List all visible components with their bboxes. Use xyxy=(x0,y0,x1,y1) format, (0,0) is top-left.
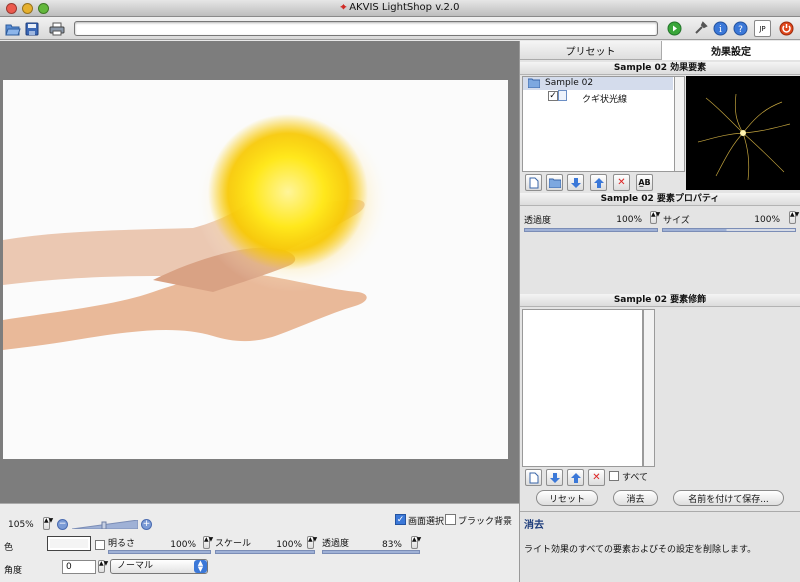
tab-effect-settings[interactable]: 効果設定 xyxy=(661,41,800,60)
elements-scrollbar[interactable] xyxy=(674,76,685,172)
prop-transparency-stepper[interactable]: ▲▼ xyxy=(650,211,660,224)
decoration-down-icon[interactable] xyxy=(546,469,563,486)
prop-size-label: サイズ xyxy=(663,216,690,226)
scale-label: スケール xyxy=(215,539,252,549)
prop-transparency-slider[interactable] xyxy=(524,228,658,232)
angle-value: 0 xyxy=(66,562,72,572)
brightness-value: 100% xyxy=(170,540,196,550)
angle-field[interactable]: 0 xyxy=(62,560,96,574)
decoration-up-icon[interactable] xyxy=(567,469,584,486)
zoom-text: 105% xyxy=(8,520,34,530)
prop-size-value: 100% xyxy=(754,215,780,225)
properties-panel-header: Sample 02 要素プロパティ xyxy=(520,193,800,206)
power-icon[interactable] xyxy=(778,20,795,37)
tab-presets-label: プリセット xyxy=(565,46,616,58)
decoration-scrollbar[interactable] xyxy=(643,309,655,467)
transparency-stepper[interactable]: ▲▼ xyxy=(411,536,421,549)
svg-text:i: i xyxy=(719,25,722,35)
hands-with-light-image xyxy=(3,80,508,459)
zoom-slider[interactable] xyxy=(71,519,139,530)
color-checkbox[interactable] xyxy=(95,540,105,550)
zoom-stepper[interactable]: ▲▼ xyxy=(43,517,53,530)
scale-stepper[interactable]: ▲▼ xyxy=(307,536,317,549)
prop-transparency-value: 100% xyxy=(616,215,642,225)
prop-size-slider[interactable] xyxy=(662,228,796,232)
svg-text:?: ? xyxy=(738,25,743,35)
scale-value: 100% xyxy=(276,540,302,550)
open-folder-icon[interactable] xyxy=(4,20,21,37)
select-arrows-icon: ▲ ▼ xyxy=(194,560,207,573)
effect-preview xyxy=(686,76,800,190)
window-title-text: AKVIS LightShop v.2.0 xyxy=(349,2,460,13)
screen-select-label: 画面選択 xyxy=(408,517,445,527)
color-label: 色 xyxy=(4,543,14,553)
tree-child-checkbox[interactable]: ✓ xyxy=(548,91,558,101)
angle-stepper[interactable]: ▲▼ xyxy=(98,560,108,573)
document-icon xyxy=(558,90,567,101)
help-icon[interactable]: ? xyxy=(732,20,749,37)
tab-presets[interactable]: プリセット xyxy=(520,41,661,60)
black-bg-checkbox[interactable] xyxy=(445,514,456,525)
new-element-icon[interactable] xyxy=(525,174,542,191)
image-preview[interactable] xyxy=(3,80,508,459)
decoration-panel-header: Sample 02 要素修飾 xyxy=(520,294,800,307)
file-path-field[interactable] xyxy=(74,21,658,36)
move-down-icon[interactable] xyxy=(567,174,584,191)
open-element-icon[interactable] xyxy=(546,174,563,191)
transparency-value: 83% xyxy=(381,540,402,550)
rename-element-icon[interactable]: A̲B xyxy=(636,174,653,191)
effect-preview-image xyxy=(697,93,791,181)
screen-select-checkbox[interactable]: ✓ xyxy=(395,514,406,525)
tree-child-label: クギ状光線 xyxy=(582,95,628,105)
window-title: ⌖ AKVIS LightShop v.2.0 xyxy=(0,2,800,13)
folder-icon xyxy=(527,77,541,89)
prop-size-stepper[interactable]: ▲▼ xyxy=(789,211,799,224)
reset-button-label: リセット xyxy=(548,494,585,505)
save-as-button[interactable]: 名前を付けて保存... xyxy=(673,490,784,506)
help-text: ライト効果のすべての要素およびその設定を削除します。 xyxy=(524,545,757,555)
transparency-label: 透過度 xyxy=(322,539,350,549)
run-play-icon[interactable] xyxy=(666,20,683,37)
color-swatch[interactable] xyxy=(47,536,91,551)
brightness-slider[interactable] xyxy=(108,550,211,554)
angle-label: 角度 xyxy=(4,566,23,576)
brightness-stepper[interactable]: ▲▼ xyxy=(203,536,213,549)
language-label: JP xyxy=(759,24,766,33)
help-title: 消去 xyxy=(524,520,544,531)
save-as-button-label: 名前を付けて保存... xyxy=(688,494,769,505)
zoom-value: 105% xyxy=(8,520,42,530)
black-bg-label: ブラック背景 xyxy=(458,517,513,527)
delete-button[interactable]: 消去 xyxy=(613,490,658,506)
elements-tree[interactable] xyxy=(522,76,684,172)
blend-mode-value: ノーマル xyxy=(117,561,154,571)
new-decoration-icon[interactable] xyxy=(525,469,542,486)
akvis-logo-icon: ⌖ xyxy=(340,2,347,13)
tools-icon[interactable] xyxy=(692,20,709,37)
brightness-label: 明るさ xyxy=(108,539,136,549)
reset-button[interactable]: リセット xyxy=(536,490,598,506)
print-icon[interactable] xyxy=(48,20,65,37)
elements-panel-header: Sample 02 効果要素 xyxy=(520,62,800,75)
info-icon[interactable]: i xyxy=(712,20,729,37)
move-up-icon[interactable] xyxy=(590,174,607,191)
scale-slider[interactable] xyxy=(215,550,315,554)
save-icon[interactable] xyxy=(23,20,40,37)
all-checkbox[interactable] xyxy=(609,471,619,481)
zoom-out-icon[interactable]: − xyxy=(57,519,68,530)
tree-root-label: Sample 02 xyxy=(545,78,594,88)
tab-effect-settings-label: 効果設定 xyxy=(711,47,751,58)
zoom-in-icon[interactable]: + xyxy=(141,519,152,530)
decoration-delete-icon[interactable]: ✕ xyxy=(588,469,605,486)
delete-button-label: 消去 xyxy=(626,494,645,505)
transparency-slider[interactable] xyxy=(322,550,420,554)
language-button[interactable]: JP xyxy=(754,20,771,37)
delete-element-icon[interactable]: ✕ xyxy=(613,174,630,191)
all-label: すべて xyxy=(622,473,649,483)
prop-transparency-label: 透過度 xyxy=(524,216,552,226)
decoration-list[interactable] xyxy=(522,309,643,467)
